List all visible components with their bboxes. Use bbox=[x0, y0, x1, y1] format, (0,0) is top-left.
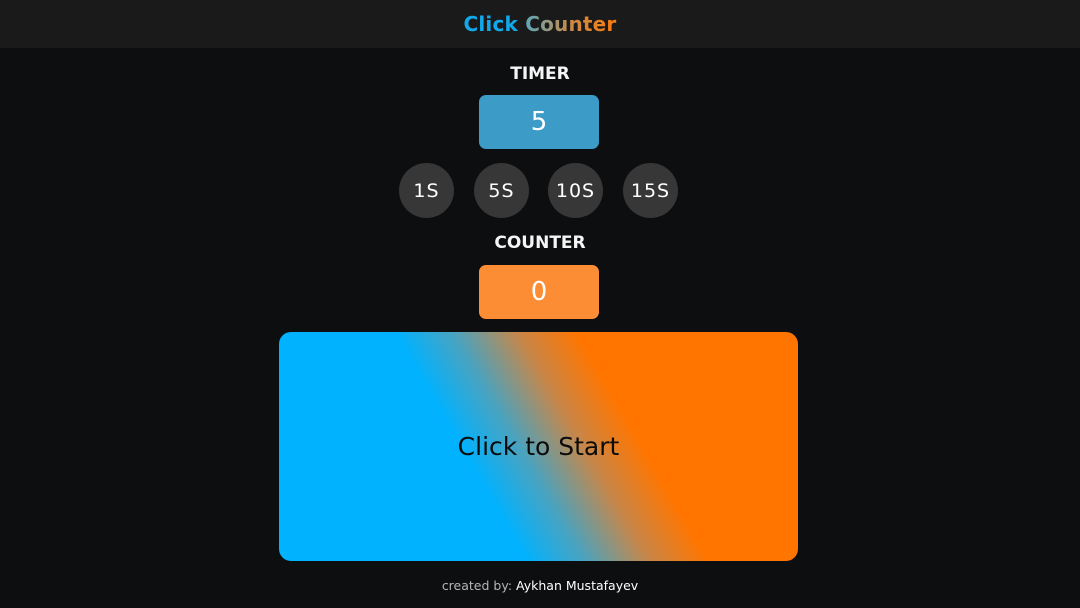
preset-5s-button[interactable]: 5S bbox=[474, 163, 529, 218]
footer-prefix: created by: bbox=[441, 578, 513, 593]
preset-1s-button[interactable]: 1S bbox=[399, 163, 454, 218]
app-title-click: Click bbox=[463, 12, 519, 36]
counter-label: COUNTER bbox=[494, 233, 586, 253]
app-title-counter: Counter bbox=[525, 12, 617, 36]
click-to-start-label: Click to Start bbox=[457, 432, 620, 461]
preset-10s-button[interactable]: 10S bbox=[548, 163, 603, 218]
footer-author: Aykhan Mustafayev bbox=[516, 578, 639, 593]
timer-value: 5 bbox=[479, 95, 599, 149]
click-to-start-button[interactable]: Click to Start bbox=[279, 332, 798, 561]
footer-credit: created by: Aykhan Mustafayev bbox=[0, 578, 1080, 593]
counter-value: 0 bbox=[479, 265, 599, 319]
timer-label: TIMER bbox=[510, 64, 570, 84]
header-bar: Click Counter bbox=[0, 0, 1080, 48]
app-title: Click Counter bbox=[463, 12, 616, 36]
preset-15s-button[interactable]: 15S bbox=[623, 163, 678, 218]
